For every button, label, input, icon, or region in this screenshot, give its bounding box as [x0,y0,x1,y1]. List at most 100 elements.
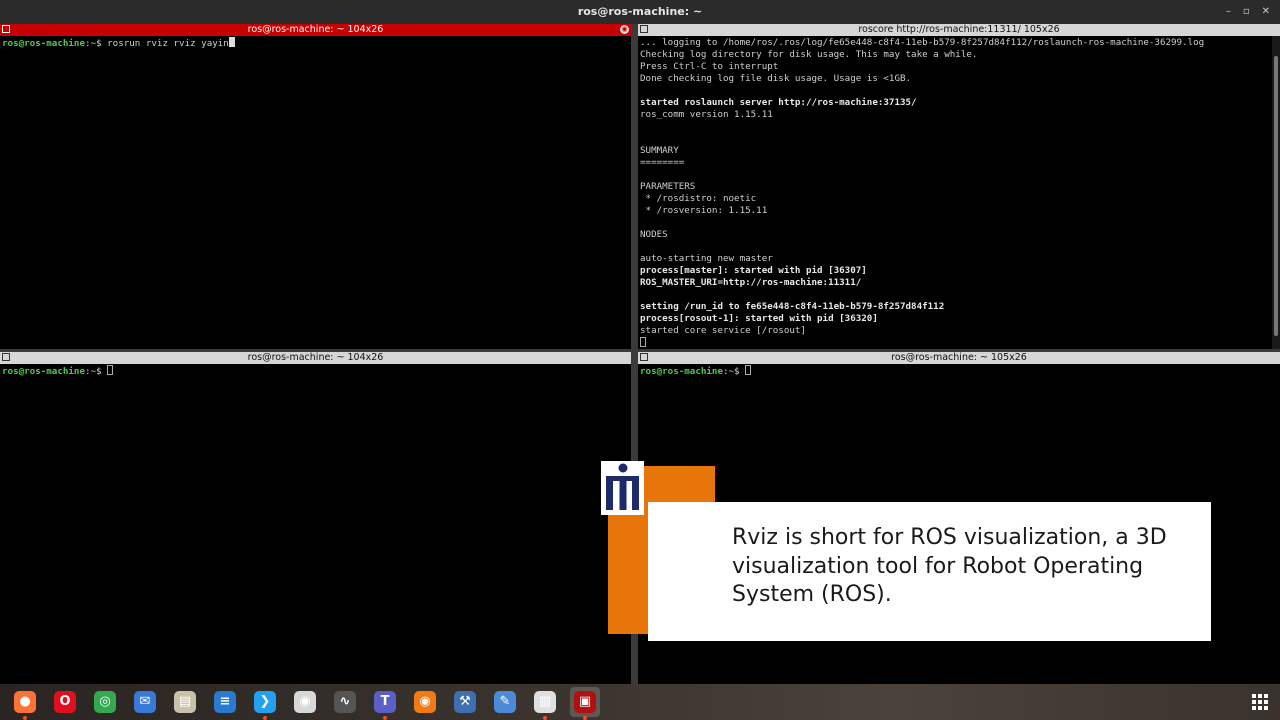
window-titlebar: ros@ros-machine: ~ – ▫ ✕ [0,0,1280,24]
show-applications-icon[interactable] [1252,694,1268,710]
output-line: ... logging to /home/ros/.ros/log/fe65e4… [640,37,1205,48]
pane-title: ros@ros-machine: ~ 104x26 [247,24,384,35]
output-line: ROS_MASTER_URI=http://ros-machine:11311/ [640,277,862,288]
output-line: started roslaunch server http://ros-mach… [640,97,917,108]
terminal-output[interactable]: ros@ros-machine:~$ rosrun rviz rviz yayi… [0,36,631,50]
settings-tool-icon[interactable]: ⚒ [450,687,480,717]
terminal-pane-top-right[interactable]: roscore http://ros-machine:11311/ 105x26… [638,24,1280,349]
prompt-user: ros@ros-machine [640,366,723,377]
prompt-suffix: :~$ [84,366,108,377]
settings-tool-icon-glyph: ⚒ [454,691,476,713]
chrome-icon[interactable]: ◎ [90,687,120,717]
output-line: process[rosout-1]: started with pid [363… [640,313,878,324]
prompt-suffix: :~$ [84,38,108,49]
pane-menu-icon[interactable] [640,353,648,361]
terminal-output[interactable]: ros@ros-machine:~$ [638,364,1280,378]
system-monitor-icon-glyph: ∿ [334,691,356,713]
scrollbar-thumb[interactable] [1274,56,1278,336]
output-line: * /rosdistro: noetic [640,193,757,204]
files-icon-glyph: ▤ [174,691,196,713]
terminator-icon-glyph: ▣ [574,691,596,713]
document-viewer-icon[interactable]: ▥ [530,687,560,720]
command-text: rosrun rviz rviz yayin [107,38,229,49]
minimize-icon[interactable]: – [1226,0,1231,24]
pane-header: ros@ros-machine: ~ 104x26 [0,352,631,364]
channel-logo [601,461,644,515]
running-indicator [263,716,267,720]
output-line: process[master]: started with pid [36307… [640,265,867,276]
output-line: Checking log directory for disk usage. T… [640,49,978,60]
prompt-suffix: :~$ [722,366,746,377]
thunderbird-icon-glyph: ✉ [134,691,156,713]
text-editor-icon[interactable]: ✎ [490,687,520,717]
text-cursor [640,337,646,347]
screenshot-icon[interactable]: ◉ [290,687,320,717]
maximize-icon[interactable]: ▫ [1243,0,1250,24]
window-title: ros@ros-machine: ~ [577,5,703,18]
pane-menu-icon[interactable] [640,25,648,33]
prompt-user: ros@ros-machine [2,366,85,377]
teams-icon-glyph: T [374,691,396,713]
writer-icon[interactable]: ≡ [210,687,240,717]
scrollbar[interactable] [1272,36,1280,349]
pane-header: ros@ros-machine: ~ 104x26 ◉ [0,24,631,36]
broadcast-icon[interactable]: ◉ [620,25,629,34]
running-indicator [583,716,587,720]
running-indicator [23,716,27,720]
output-line: SUMMARY [640,145,679,156]
text-cursor [745,365,752,375]
files-icon[interactable]: ▤ [170,687,200,717]
pane-header: roscore http://ros-machine:11311/ 105x26 [638,24,1280,36]
pane-title: ros@ros-machine: ~ 105x26 [891,352,1027,363]
pane-title: ros@ros-machine: ~ 104x26 [247,352,384,363]
blender-icon[interactable]: ◉ [410,687,440,717]
terminal-pane-bottom-left[interactable]: ros@ros-machine: ~ 104x26 ros@ros-machin… [0,352,631,684]
caption-text: Rviz is short for ROS visualization, a 3… [732,525,1167,607]
opera-icon-glyph: O [54,691,76,713]
pane-title: roscore http://ros-machine:11311/ 105x26 [858,24,1060,35]
output-line: PARAMETERS [640,181,696,192]
firefox-icon[interactable]: ● [10,687,40,720]
window-controls: – ▫ ✕ [1226,0,1270,24]
output-line: started core service [/rosout] [640,325,806,336]
output-line: ======== [640,157,685,168]
running-indicator [383,716,387,720]
logo-icon [606,463,639,510]
firefox-icon-glyph: ● [14,691,36,713]
screenshot-icon-glyph: ◉ [294,691,316,713]
terminal-output[interactable]: ros@ros-machine:~$ [0,364,631,378]
terminal-output[interactable]: ... logging to /home/ros/.ros/log/fe65e4… [638,36,1280,349]
pane-menu-icon[interactable] [2,25,10,33]
chrome-icon-glyph: ◎ [94,691,116,713]
close-icon[interactable]: ✕ [1262,0,1270,24]
thunderbird-icon[interactable]: ✉ [130,687,160,717]
writer-icon-glyph: ≡ [214,691,236,713]
taskbar: ● O ◎ ✉ ▤ ≡ ❯ ◉ ∿ T ◉ ⚒ ✎ ▥ ▣ [0,684,1280,720]
text-editor-icon-glyph: ✎ [494,691,516,713]
text-cursor [107,365,114,375]
output-line: setting /run_id to fe65e448-c8f4-11eb-b5… [640,301,945,312]
pane-menu-icon[interactable] [2,353,10,361]
opera-icon[interactable]: O [50,687,80,717]
prompt-user: ros@ros-machine [2,38,85,49]
vscode-icon-glyph: ❯ [254,691,276,713]
running-indicator [543,716,547,720]
pane-header: ros@ros-machine: ~ 105x26 [638,352,1280,364]
text-cursor [228,37,235,47]
output-line: Done checking log file disk usage. Usage… [640,73,912,84]
terminal-pane-top-left[interactable]: ros@ros-machine: ~ 104x26 ◉ ros@ros-mach… [0,24,631,349]
document-viewer-icon-glyph: ▥ [534,691,556,713]
output-line: Press Ctrl-C to interrupt [640,61,779,72]
output-line: auto-starting new master [640,253,773,264]
terminator-icon[interactable]: ▣ [570,687,600,720]
teams-icon[interactable]: T [370,687,400,720]
vscode-icon[interactable]: ❯ [250,687,280,720]
blender-icon-glyph: ◉ [414,691,436,713]
output-line: ros_comm version 1.15.11 [640,109,773,120]
system-monitor-icon[interactable]: ∿ [330,687,360,717]
